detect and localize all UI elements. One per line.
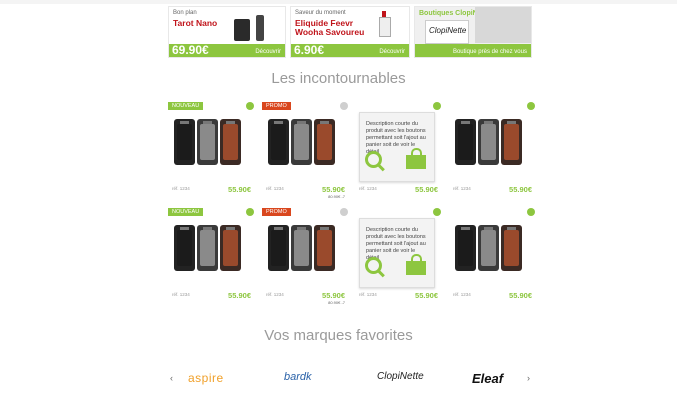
box-mod-image: [478, 119, 499, 165]
product-ref: réf. 1234: [359, 292, 377, 297]
product-ref: réf. 1234: [453, 292, 471, 297]
product-price: 55.90€: [228, 291, 251, 300]
product-price: 55.90€: [415, 185, 438, 194]
product-price: 55.90€: [322, 291, 345, 300]
wishlist-dot-icon[interactable]: [433, 208, 441, 216]
box-mod-image: [268, 225, 289, 271]
product-price: 55.90€: [322, 185, 345, 194]
product-ref: réf. 1234: [359, 186, 377, 191]
product-price: 55.90€: [228, 185, 251, 194]
banner-discover-link[interactable]: Découvrir: [379, 49, 405, 55]
product-badge: PROMO: [262, 208, 291, 216]
brands-next-arrow[interactable]: ›: [527, 373, 530, 383]
banner-eliquide[interactable]: Saveur du moment Eliquide Feevr Wooha Sa…: [290, 6, 410, 58]
banner-kicker: Saveur du moment: [295, 10, 346, 16]
box-mod-image: [174, 119, 195, 165]
top-strip: [0, 0, 677, 4]
product-card[interactable]: réf. 1234 55.90€: [449, 102, 535, 200]
box-mod-image: [220, 225, 241, 271]
section-title-incontournables: Les incontournables: [271, 70, 406, 87]
box-mod-image: [268, 119, 289, 165]
banner-product-name: Eliquide Feevr Wooha Savoureu: [295, 18, 365, 37]
wishlist-dot-icon[interactable]: [433, 102, 441, 110]
clopinette-logo: ClopiNette: [429, 26, 467, 35]
box-mod-image: [455, 225, 476, 271]
shop-photo: [475, 7, 531, 43]
product-image[interactable]: [268, 119, 338, 169]
brand-aspire[interactable]: aspire: [188, 371, 224, 385]
product-card[interactable]: NOUVEAU réf. 1234 55.90€: [168, 102, 254, 200]
magnifier-handle: [377, 163, 385, 172]
product-old-price: 80.90€ -7: [328, 194, 345, 199]
brand-clopinette[interactable]: ClopiNette: [377, 371, 424, 382]
wishlist-dot-icon[interactable]: [340, 208, 348, 216]
box-mod-image: [314, 119, 335, 165]
banner-price: 6.90€: [294, 43, 325, 57]
product-card[interactable]: NOUVEAU réf. 1234 55.90€: [168, 208, 254, 306]
product-image[interactable]: [174, 225, 244, 275]
banner-tarot-nano[interactable]: Bon plan Tarot Nano 69.90€ Découvrir: [168, 6, 286, 58]
clopinette-logo-card: ClopiNette: [425, 20, 469, 44]
box-mod-image: [197, 225, 218, 271]
product-ref: réf. 1234: [172, 186, 190, 191]
banner-shop-link[interactable]: Boutique près de chez vous: [453, 49, 527, 55]
wishlist-dot-icon[interactable]: [246, 102, 254, 110]
product-hover-panel: Description courte du produit avec les b…: [359, 112, 435, 182]
product-ref: réf. 1234: [266, 292, 284, 297]
banner-kicker: Bon plan: [173, 10, 197, 16]
product-price: 55.90€: [509, 291, 532, 300]
product-card[interactable]: réf. 1234 55.90€: [449, 208, 535, 306]
box-mod-image: [501, 119, 522, 165]
product-card[interactable]: Description courte du produit avec les b…: [355, 208, 441, 306]
wishlist-dot-icon[interactable]: [246, 208, 254, 216]
banner-discover-link[interactable]: Découvrir: [255, 49, 281, 55]
brand-bardk[interactable]: bardk: [284, 371, 312, 383]
product-badge: PROMO: [262, 102, 291, 110]
box-mod-image: [220, 119, 241, 165]
product-image[interactable]: [268, 225, 338, 275]
add-to-cart-bag-icon[interactable]: [406, 261, 426, 275]
product-hover-panel: Description courte du produit avec les b…: [359, 218, 435, 288]
product-price: 55.90€: [415, 291, 438, 300]
box-mod-image: [291, 119, 312, 165]
wishlist-dot-icon[interactable]: [527, 208, 535, 216]
section-title-marques: Vos marques favorites: [264, 327, 413, 344]
product-price: 55.90€: [509, 185, 532, 194]
banner-product-name: Tarot Nano: [173, 18, 218, 28]
brands-prev-arrow[interactable]: ‹: [170, 373, 173, 383]
product-image[interactable]: [455, 119, 525, 169]
product-ref: réf. 1234: [172, 292, 190, 297]
magnifier-handle: [377, 269, 385, 278]
add-to-cart-bag-icon[interactable]: [406, 155, 426, 169]
tarot-nano-image: [234, 15, 270, 43]
box-mod-image: [501, 225, 522, 271]
product-image[interactable]: [455, 225, 525, 275]
box-mod-image: [478, 225, 499, 271]
box-mod-image: [455, 119, 476, 165]
box-mod-image: [197, 119, 218, 165]
product-ref: réf. 1234: [266, 186, 284, 191]
box-mod-image: [174, 225, 195, 271]
banner-price: 69.90€: [172, 43, 209, 57]
box-mod-image: [291, 225, 312, 271]
product-badge: NOUVEAU: [168, 208, 204, 216]
product-ref: réf. 1234: [453, 186, 471, 191]
wishlist-dot-icon[interactable]: [527, 102, 535, 110]
wishlist-dot-icon[interactable]: [340, 102, 348, 110]
product-old-price: 80.90€ -7: [328, 300, 345, 305]
banner-boutiques[interactable]: Boutiques ClopiNette ClopiNette Boutique…: [414, 6, 532, 58]
product-image[interactable]: [174, 119, 244, 169]
product-card[interactable]: PROMO réf. 1234 55.90€ 80.90€ -7: [262, 102, 348, 200]
product-badge: NOUVEAU: [168, 102, 204, 110]
box-mod-image: [314, 225, 335, 271]
eliquide-bottle-image: [379, 11, 391, 37]
product-card[interactable]: PROMO réf. 1234 55.90€ 80.90€ -7: [262, 208, 348, 306]
product-card[interactable]: Description courte du produit avec les b…: [355, 102, 441, 200]
brand-eleaf[interactable]: Eleaf: [472, 371, 503, 386]
